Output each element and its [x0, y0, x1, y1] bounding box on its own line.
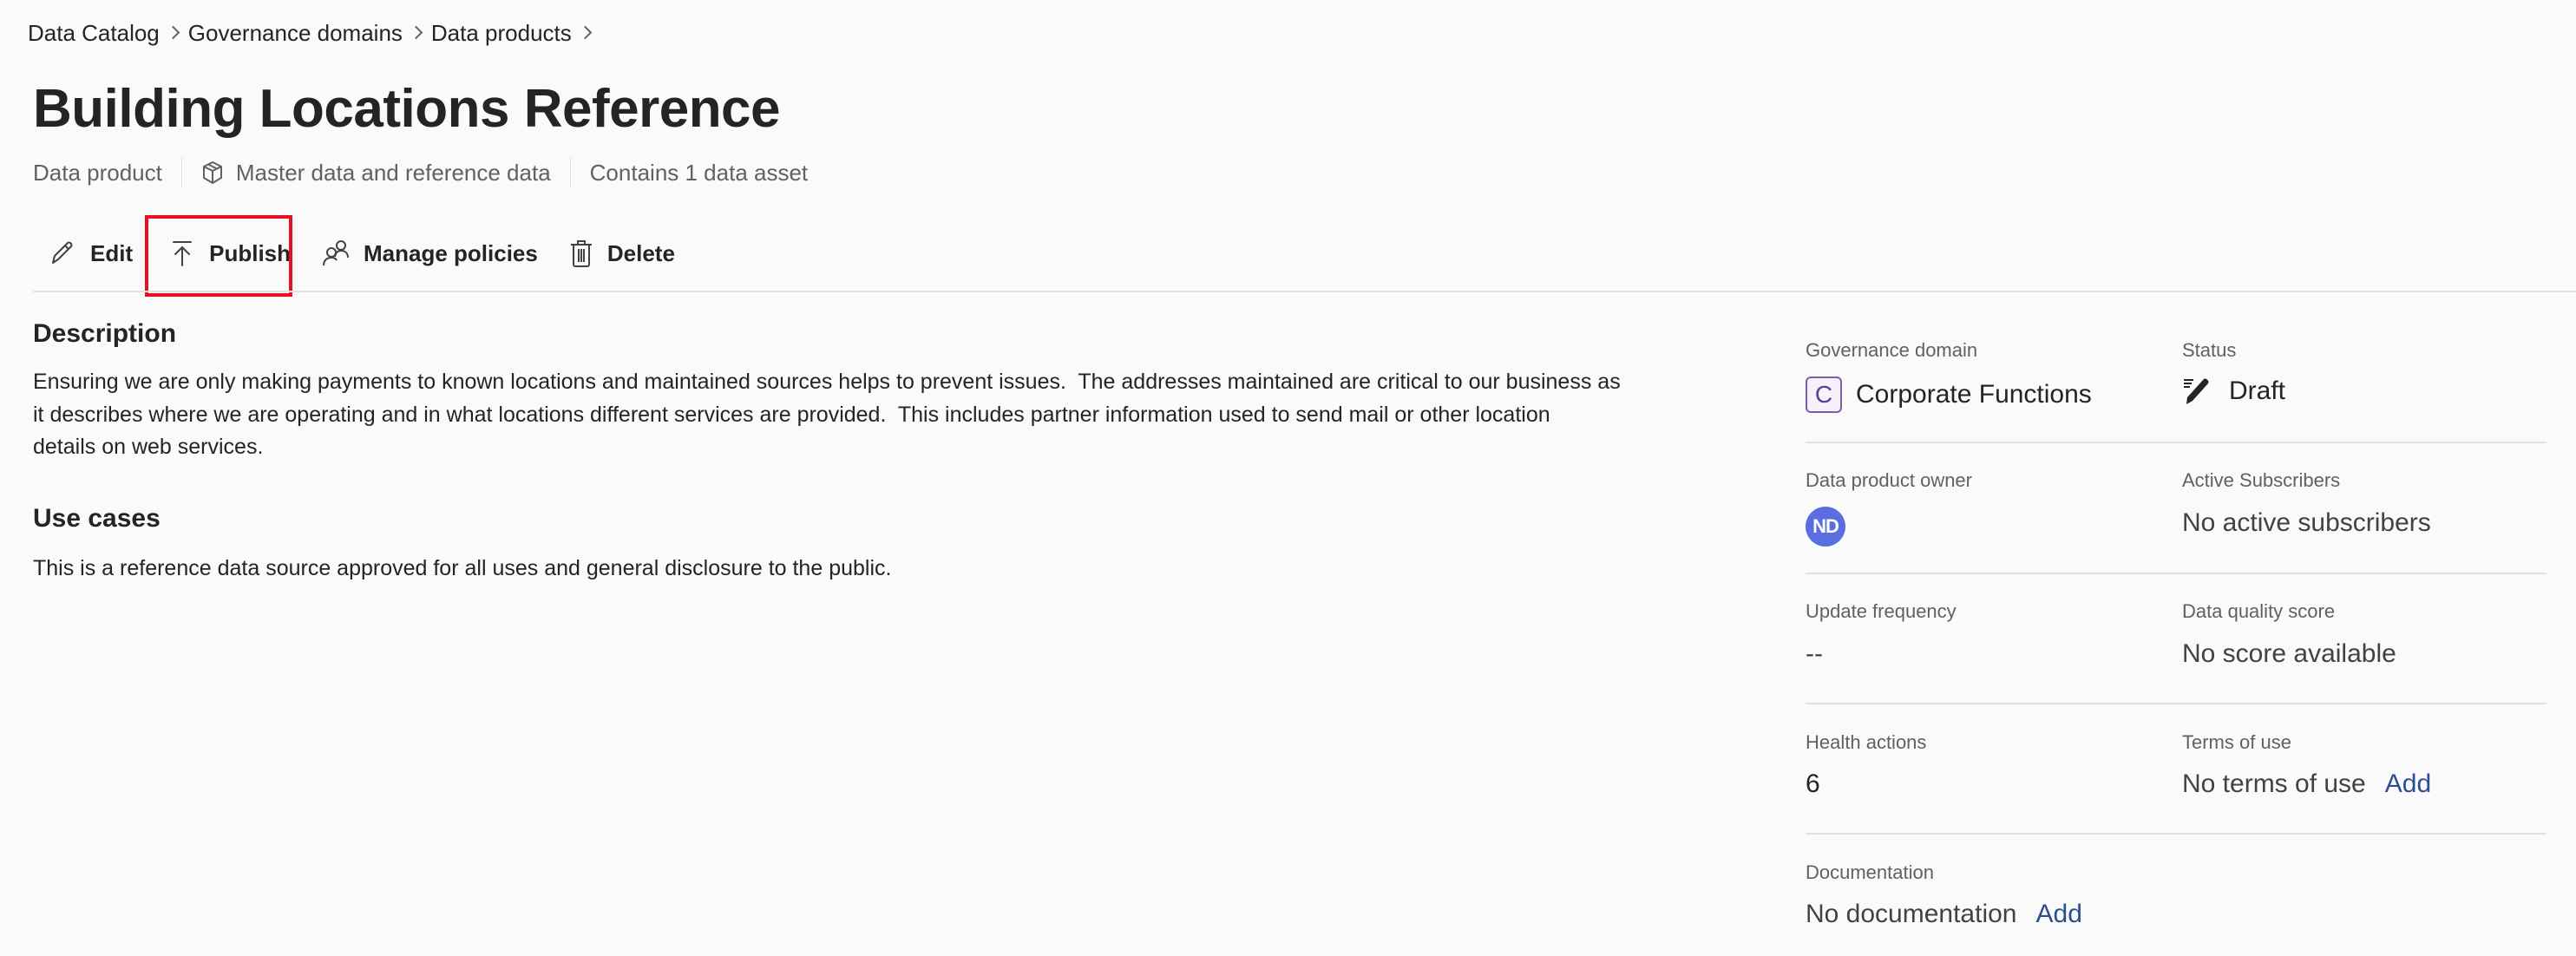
update-frequency-label: Update frequency [1806, 600, 1957, 622]
toolbar: Edit Publish Manage policies Delete [33, 227, 691, 279]
owner-label: Data product owner [1806, 469, 1972, 491]
row-divider [1806, 703, 2547, 704]
description-text: Ensuring we are only making payments to … [33, 366, 1681, 464]
manage-policies-button[interactable]: Manage policies [306, 229, 554, 278]
edit-label: Edit [90, 239, 134, 266]
publish-label: Publish [209, 239, 292, 266]
subtitle-row: Data product Master data and reference d… [33, 156, 808, 189]
toolbar-divider [33, 291, 2576, 292]
description-heading: Description [33, 319, 177, 348]
chevron-right-icon [166, 25, 180, 39]
terms-of-use-value: No terms of use Add [2182, 769, 2431, 799]
domain-badge: C [1806, 377, 1842, 413]
description-line: details on web services. [33, 435, 264, 459]
category-label: Master data and reference data [235, 159, 551, 186]
publish-button[interactable]: Publish [154, 229, 306, 278]
add-documentation-link[interactable]: Add [2036, 900, 2082, 929]
edit-button[interactable]: Edit [33, 229, 148, 278]
avatar: ND [1806, 507, 1845, 547]
divider [569, 157, 571, 188]
documentation-value: No documentation Add [1806, 900, 2082, 929]
product-type: Data product [33, 159, 162, 186]
row-divider [1806, 442, 2547, 443]
page-title: Building Locations Reference [33, 79, 781, 139]
breadcrumb-governance-domains[interactable]: Governance domains [188, 20, 403, 47]
pencil-icon [52, 241, 73, 264]
manage-policies-label: Manage policies [364, 239, 538, 266]
status-label: Status [2182, 339, 2237, 361]
status-text: Draft [2229, 377, 2286, 405]
quality-score-label: Data quality score [2182, 600, 2336, 622]
description-line: it describes where we are operating and … [33, 402, 1550, 427]
description-line: Ensuring we are only making payments to … [33, 370, 1621, 394]
publish-arrow-up-icon [173, 241, 193, 266]
chevron-right-icon [578, 25, 593, 39]
delete-button[interactable]: Delete [554, 229, 691, 278]
terms-of-use-label: Terms of use [2182, 731, 2291, 753]
use-cases-text: This is a reference data source approved… [33, 556, 892, 580]
asset-count: Contains 1 data asset [589, 159, 809, 186]
people-icon [323, 240, 350, 266]
quality-score-value: No score available [2182, 639, 2396, 668]
draft-pencil-icon [2184, 378, 2209, 404]
row-divider [1806, 833, 2547, 835]
subscribers-value: No active subscribers [2182, 508, 2431, 537]
subscribers-label: Active Subscribers [2182, 469, 2341, 491]
chevron-right-icon [409, 25, 423, 39]
breadcrumb-data-catalog[interactable]: Data Catalog [28, 20, 160, 47]
breadcrumb: Data Catalog Governance domains Data pro… [28, 16, 600, 50]
breadcrumb-data-products[interactable]: Data products [431, 20, 572, 47]
add-terms-of-use-link[interactable]: Add [2385, 769, 2431, 799]
documentation-label: Documentation [1806, 861, 1934, 883]
owner-avatar[interactable]: ND [1806, 507, 1845, 547]
update-frequency-value: -- [1806, 639, 1823, 668]
health-actions-value[interactable]: 6 [1806, 769, 1820, 799]
governance-domain-label: Governance domain [1806, 339, 1978, 361]
divider [180, 157, 182, 188]
status-value: Draft [2182, 377, 2285, 406]
trash-icon [570, 240, 592, 267]
row-divider [1806, 573, 2547, 574]
documentation-text: No documentation [1806, 900, 2017, 928]
health-actions-label: Health actions [1806, 731, 1927, 753]
terms-of-use-text: No terms of use [2182, 769, 2366, 798]
product-category: Master data and reference data [201, 160, 551, 187]
delete-label: Delete [606, 239, 675, 266]
cube-icon [202, 161, 222, 184]
use-cases-heading: Use cases [33, 504, 161, 533]
governance-domain-value[interactable]: C Corporate Functions [1806, 377, 2092, 413]
governance-domain-name: Corporate Functions [1856, 380, 2092, 409]
